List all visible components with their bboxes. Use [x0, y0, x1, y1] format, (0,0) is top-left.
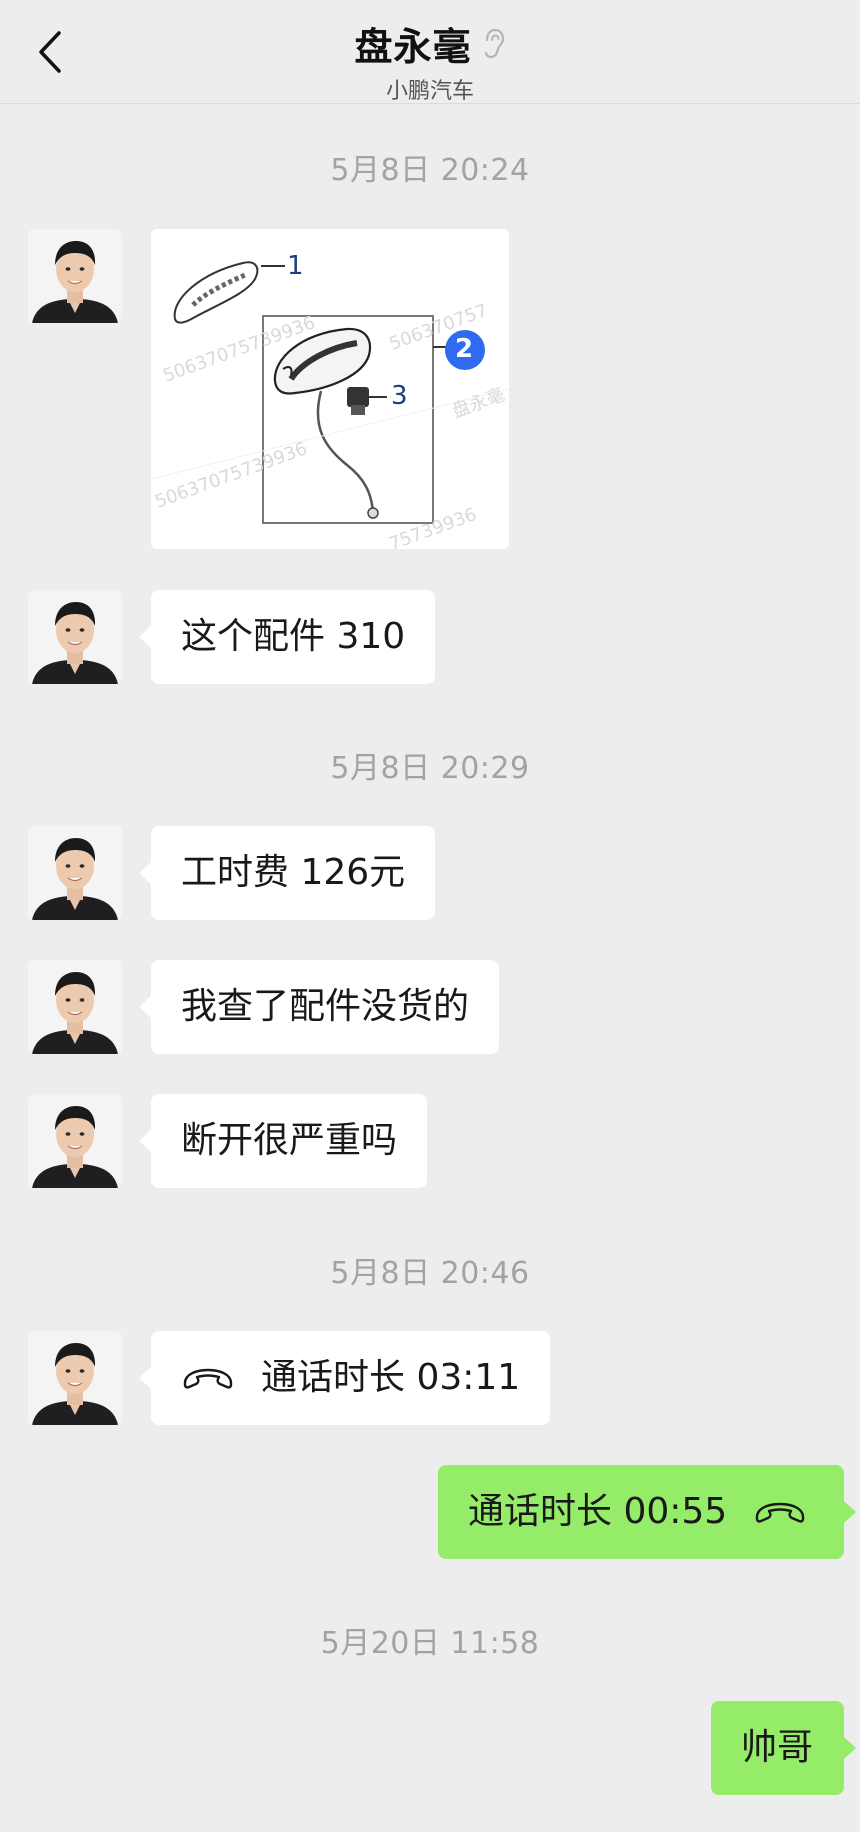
avatar[interactable]: [28, 960, 122, 1054]
avatar[interactable]: [28, 1331, 122, 1425]
avatar-photo: [28, 229, 122, 323]
diagram-label: 1: [287, 251, 304, 281]
call-duration-text: 通话时长 03:11: [261, 1357, 521, 1398]
avatar-photo: [28, 1331, 122, 1425]
message-bubble[interactable]: 断开很严重吗: [138, 1094, 428, 1188]
call-duration-text: 通话时长 00:55: [468, 1491, 728, 1532]
ear-icon: [484, 28, 504, 58]
avatar[interactable]: [28, 229, 122, 323]
timestamp: 5月20日 11:58: [320, 1626, 540, 1661]
timestamp: 5月8日 20:24: [330, 153, 530, 188]
avatar-photo: [28, 1094, 122, 1188]
timestamp: 5月8日 20:29: [330, 751, 530, 786]
chat-title[interactable]: 盘永毫: [354, 16, 471, 71]
diagram-label: 3: [391, 381, 408, 411]
chat-header: 盘永毫 小鹏汽车: [0, 0, 860, 104]
parts-diagram-image[interactable]: 50637075739936 50637075739936 盘永毫 506370…: [151, 229, 509, 549]
diagram-label-badge: 2: [455, 334, 474, 364]
avatar[interactable]: [28, 590, 122, 684]
avatar-photo: [28, 960, 122, 1054]
avatar[interactable]: [28, 1094, 122, 1188]
avatar-photo: [28, 590, 122, 684]
message-bubble[interactable]: 这个配件 310: [138, 590, 436, 684]
parts-diagram: [151, 229, 509, 549]
avatar[interactable]: [28, 826, 122, 920]
message-bubble[interactable]: 我查了配件没货的: [138, 960, 500, 1054]
message-bubble[interactable]: 帅哥: [711, 1701, 856, 1795]
chat-subtitle: 小鹏汽车: [385, 79, 474, 104]
timestamp: 5月8日 20:46: [330, 1256, 530, 1291]
phone-hangup-icon: [183, 1368, 233, 1389]
call-record-bubble[interactable]: 通话时长 03:11: [138, 1331, 551, 1425]
phone-hangup-icon: [756, 1502, 805, 1523]
avatar-photo: [28, 826, 122, 920]
message-bubble[interactable]: 工时费 126元: [138, 826, 436, 920]
call-record-bubble[interactable]: 通话时长 00:55: [438, 1465, 856, 1559]
